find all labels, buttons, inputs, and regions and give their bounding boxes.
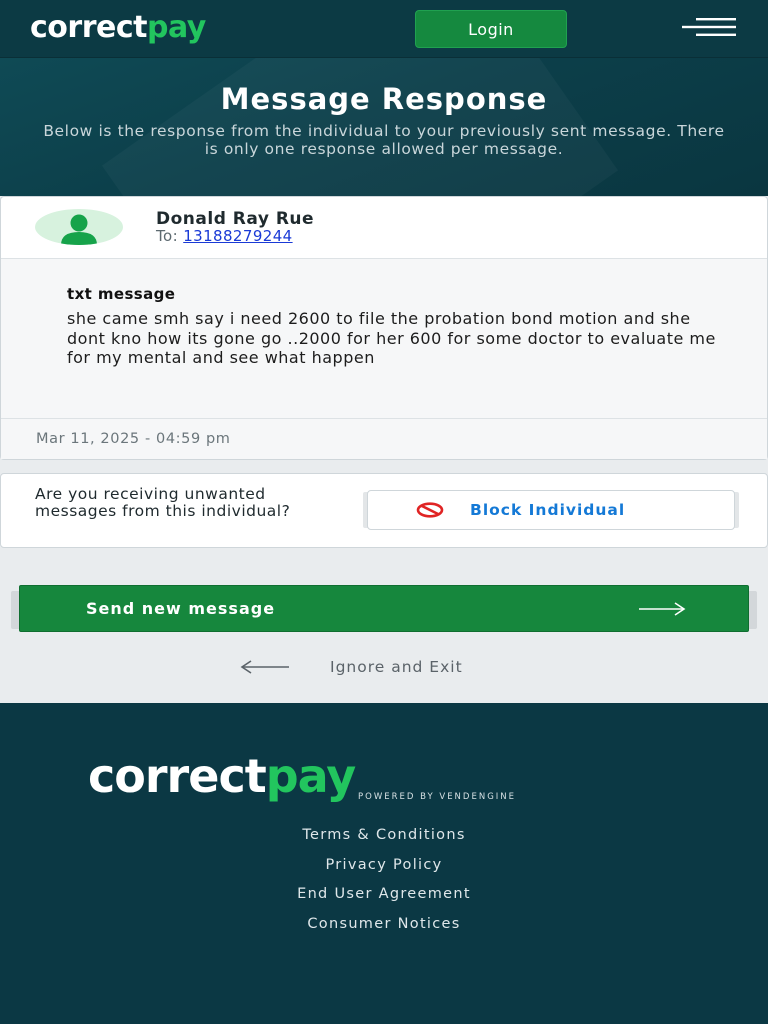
prohibited-icon [416,502,444,518]
footer-link-consumer-notices[interactable]: Consumer Notices [0,910,768,940]
footer-link-privacy[interactable]: Privacy Policy [0,851,768,881]
footer-logo[interactable]: correctpay POWERED BY VENDENGINE [88,749,688,803]
ignore-and-exit-link[interactable]: Ignore and Exit [240,654,540,680]
block-individual-label: Block Individual [470,501,626,519]
hero-section: Message Response Below is the response f… [0,58,768,196]
correctpay-logo[interactable]: correctpay [30,10,206,46]
logo-word-correct: correct [30,10,147,45]
login-button[interactable]: Login [415,10,567,48]
footer: correctpay POWERED BY VENDENGINE Terms &… [0,703,768,1024]
footer-logo-correct: correct [88,749,267,803]
powered-by-text: POWERED BY VENDENGINE [358,792,517,802]
footer-links: Terms & Conditions Privacy Policy End Us… [0,821,768,939]
message-footer: Mar 11, 2025 - 04:59 pm [1,418,767,459]
recipient-line: To: 13188279244 [156,227,293,245]
page-subtitle: Below is the response from the individua… [43,122,725,158]
footer-logo-wordmark: correctpay [88,749,357,803]
message-card-header: Donald Ray Rue To: 13188279244 [1,197,767,259]
message-timestamp: Mar 11, 2025 - 04:59 pm [36,431,231,447]
send-new-message-button[interactable]: Send new message [19,585,749,632]
avatar [35,209,123,245]
to-label: To: [156,227,179,245]
logo-word-pay: pay [146,10,206,45]
message-body: txt message she came smh say i need 2600… [1,259,767,418]
block-individual-button[interactable]: Block Individual [367,490,735,530]
user-silhouette-icon [61,214,97,245]
block-card: Are you receiving unwanted messages from… [0,473,768,548]
arrow-right-icon [639,602,686,616]
message-type-label: txt message [67,285,176,303]
message-text: she came smh say i need 2600 to file the… [67,309,716,367]
footer-link-terms[interactable]: Terms & Conditions [0,821,768,851]
footer-link-eula[interactable]: End User Agreement [0,880,768,910]
top-navbar: correctpay Login [0,0,768,58]
arrow-left-icon [240,660,289,674]
ignore-and-exit-label: Ignore and Exit [330,658,463,676]
message-card: Donald Ray Rue To: 13188279244 txt messa… [0,196,768,460]
sender-name: Donald Ray Rue [156,209,315,229]
hamburger-menu-icon[interactable] [682,16,736,38]
page-title: Message Response [220,82,548,116]
recipient-phone-link[interactable]: 13188279244 [183,227,292,245]
send-new-message-label: Send new message [86,599,276,618]
footer-logo-pay: pay [265,749,357,803]
block-question: Are you receiving unwanted messages from… [35,485,291,520]
